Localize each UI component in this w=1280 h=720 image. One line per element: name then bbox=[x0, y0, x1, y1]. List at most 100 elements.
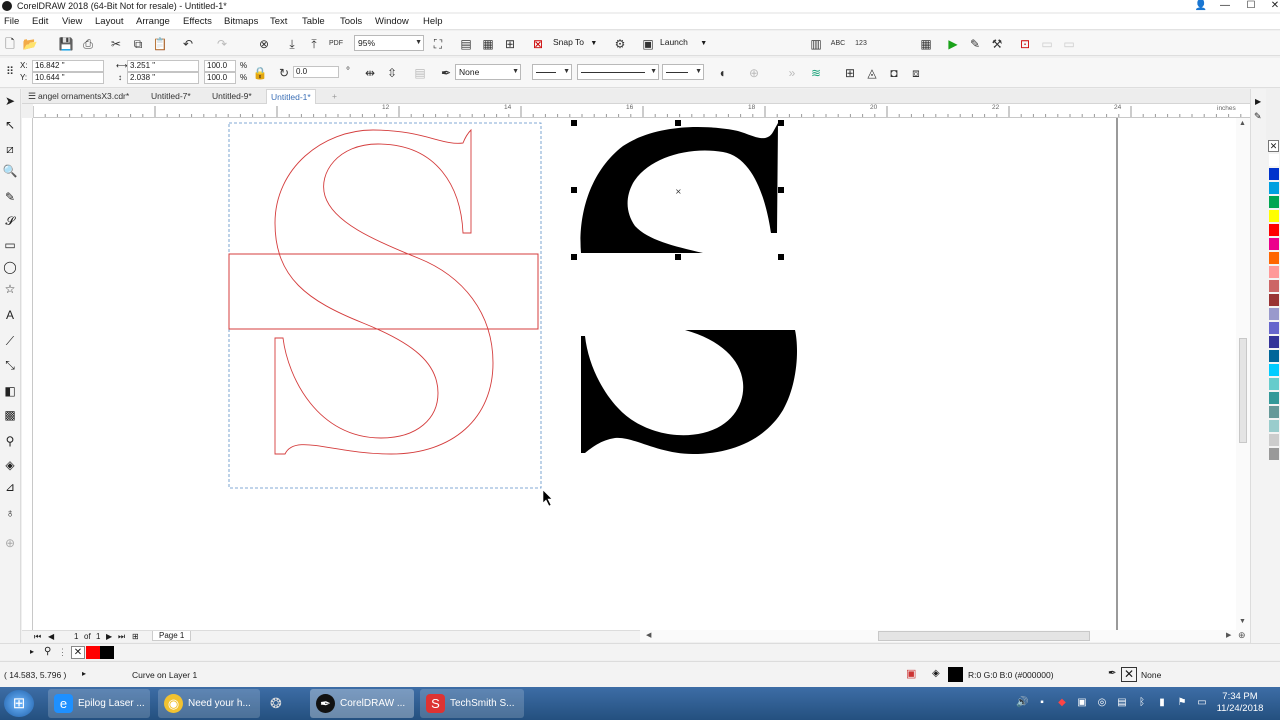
show-grid-icon[interactable]: ▦ bbox=[480, 36, 496, 52]
weld-icon[interactable]: ⊞ bbox=[842, 65, 858, 81]
minimize-button[interactable]: — bbox=[1212, 0, 1238, 12]
parallel-dimension-icon[interactable]: ⟋ bbox=[2, 333, 18, 349]
horizontal-ruler[interactable]: 12 14 16 18 20 22 24 inches bbox=[33, 104, 1258, 118]
menu-window[interactable]: Window bbox=[375, 16, 409, 27]
color-swatch[interactable] bbox=[1269, 224, 1279, 236]
vertical-scrollbar[interactable]: ▲ ▼ bbox=[1236, 118, 1250, 630]
hints-icon[interactable]: ✎ bbox=[1254, 111, 1262, 122]
expand-palette-icon[interactable]: ▸ bbox=[30, 647, 34, 656]
save-icon[interactable]: 💾 bbox=[58, 36, 74, 52]
page-tab[interactable]: Page 1 bbox=[152, 631, 192, 641]
clock[interactable]: 7:34 PM 11/24/2018 bbox=[1216, 691, 1264, 715]
menu-table[interactable]: Table bbox=[302, 16, 325, 27]
menu-view[interactable]: View bbox=[62, 16, 82, 27]
menu-edit[interactable]: Edit bbox=[32, 16, 48, 27]
mirror-horizontal-icon[interactable]: ⇹ bbox=[362, 65, 378, 81]
scroll-right-icon[interactable]: ▶ bbox=[1226, 631, 1231, 639]
tab-untitled-9[interactable]: Untitled-9* bbox=[208, 89, 256, 104]
scroll-up-icon[interactable]: ▲ bbox=[1239, 120, 1246, 127]
color-swatch[interactable] bbox=[1269, 154, 1279, 166]
color-swatch[interactable] bbox=[1269, 406, 1279, 418]
hairline-icon[interactable]: ≋ bbox=[808, 65, 824, 81]
transparency-tool-icon[interactable]: ▩ bbox=[2, 407, 18, 423]
drop-shadow-tool-icon[interactable]: ◧ bbox=[2, 383, 18, 399]
fill-color-swatch[interactable] bbox=[948, 667, 963, 682]
outline-color-swatch[interactable]: ✕ bbox=[1121, 667, 1137, 682]
eyedropper-icon[interactable]: ⚲ bbox=[44, 646, 51, 657]
show-rulers-icon[interactable]: ▤ bbox=[458, 36, 474, 52]
export-icon[interactable]: ⤒ bbox=[306, 36, 322, 52]
outlined-rectangle[interactable] bbox=[228, 253, 539, 330]
calendar-icon[interactable]: ▦ bbox=[918, 36, 934, 52]
last-page-icon[interactable]: ⏭ bbox=[118, 632, 125, 642]
color-swatch[interactable] bbox=[1269, 266, 1279, 278]
launch-icon[interactable]: ▣ bbox=[640, 36, 656, 52]
tray-app-icon[interactable]: ◎ bbox=[1096, 697, 1108, 709]
add-tool-icon[interactable]: ⊕ bbox=[2, 535, 18, 551]
color-swatch[interactable] bbox=[1269, 238, 1279, 250]
previous-page-icon[interactable]: ◀ bbox=[48, 632, 54, 641]
color-swatch[interactable] bbox=[1269, 378, 1279, 390]
color-swatch[interactable] bbox=[1269, 280, 1279, 292]
launch-dropdown[interactable]: Launch ▼ bbox=[660, 37, 707, 47]
color-swatch[interactable] bbox=[1269, 252, 1279, 264]
menu-tools[interactable]: Tools bbox=[340, 16, 362, 27]
pinned-app-icon[interactable]: ❂ bbox=[270, 695, 290, 713]
menu-effects[interactable]: Effects bbox=[183, 16, 212, 27]
stop-macro-icon[interactable]: ▭ bbox=[1061, 36, 1077, 52]
paste-icon[interactable]: 📋 bbox=[152, 36, 168, 52]
scroll-thumb[interactable] bbox=[878, 631, 1090, 641]
trim-icon[interactable]: ◬ bbox=[864, 65, 880, 81]
snap-icon[interactable]: ⊠ bbox=[530, 36, 546, 52]
new-document-icon[interactable]: 🗋 bbox=[2, 36, 18, 52]
shape-tool-icon[interactable]: ↖ bbox=[2, 117, 18, 133]
print-icon[interactable]: ⎙ bbox=[80, 36, 96, 52]
red-swatch[interactable] bbox=[86, 646, 100, 659]
zoom-navigator-icon[interactable]: ⊕ bbox=[1238, 630, 1246, 641]
rotation-angle-field[interactable]: 0.0 bbox=[293, 66, 339, 78]
intersect-icon[interactable]: ◘ bbox=[886, 65, 902, 81]
scroll-left-icon[interactable]: ◀ bbox=[646, 631, 651, 639]
copy-icon[interactable]: ⧉ bbox=[130, 36, 146, 52]
macro-manager-icon[interactable]: ⚒ bbox=[989, 36, 1005, 52]
next-page-icon[interactable]: ▶ bbox=[106, 632, 112, 641]
show-guidelines-icon[interactable]: ⊞ bbox=[502, 36, 518, 52]
outline-width-select[interactable]: None ▼ bbox=[455, 64, 521, 80]
open-folder-icon[interactable]: 📂 bbox=[22, 36, 38, 52]
color-swatch[interactable] bbox=[1269, 308, 1279, 320]
menu-help[interactable]: Help bbox=[423, 16, 443, 27]
color-swatch[interactable] bbox=[1269, 364, 1279, 376]
scale-height-field[interactable]: 100.0 bbox=[204, 72, 236, 84]
outlined-letter-s[interactable] bbox=[274, 128, 494, 455]
tab-angel-ornaments[interactable]: angel ornamentsX3.cdr* bbox=[34, 89, 133, 104]
rectangle-tool-icon[interactable]: ▭ bbox=[2, 237, 18, 253]
no-color-swatch[interactable]: ✕ bbox=[1268, 140, 1279, 152]
scale-width-field[interactable]: 100.0 bbox=[204, 60, 236, 72]
taskbar-item-techsmith[interactable]: S TechSmith S... bbox=[420, 689, 524, 718]
tab-untitled-7[interactable]: Untitled-7* bbox=[147, 89, 195, 104]
network-icon[interactable]: ▮ bbox=[1156, 697, 1168, 709]
tray-app-icon[interactable]: ▪ bbox=[1036, 697, 1048, 709]
tray-monitor-icon[interactable]: ▣ bbox=[1076, 697, 1088, 709]
color-swatch[interactable] bbox=[1269, 294, 1279, 306]
wrap-text-icon[interactable]: ▤ bbox=[412, 65, 428, 81]
no-color-swatch[interactable]: ✕ bbox=[71, 646, 85, 659]
taskbar-item-epilog[interactable]: e Epilog Laser ... bbox=[48, 689, 150, 718]
add-icon[interactable]: ⊕ bbox=[746, 65, 762, 81]
edit-macro-icon[interactable]: ✎ bbox=[967, 36, 983, 52]
bluetooth-icon[interactable]: ᛒ bbox=[1136, 697, 1148, 709]
add-tab-icon[interactable]: + bbox=[328, 89, 341, 104]
simplify-icon[interactable]: ⧈ bbox=[908, 65, 924, 81]
search-content-icon[interactable]: ⊗ bbox=[256, 36, 272, 52]
color-swatch[interactable] bbox=[1269, 182, 1279, 194]
tray-app-icon[interactable]: ▤ bbox=[1116, 697, 1128, 709]
snap-to-dropdown[interactable]: Snap To ▼ bbox=[553, 37, 597, 47]
numbers-icon[interactable]: 123 bbox=[853, 36, 869, 52]
mirror-vertical-icon[interactable]: ⇳ bbox=[384, 65, 400, 81]
color-swatch[interactable] bbox=[1269, 392, 1279, 404]
full-screen-preview-icon[interactable]: ⛶ bbox=[430, 36, 446, 52]
menu-arrange[interactable]: Arrange bbox=[136, 16, 170, 27]
play-macro-icon[interactable]: ▶ bbox=[945, 36, 961, 52]
cut-icon[interactable]: ✂ bbox=[108, 36, 124, 52]
text-tool-icon[interactable]: A bbox=[2, 307, 18, 323]
